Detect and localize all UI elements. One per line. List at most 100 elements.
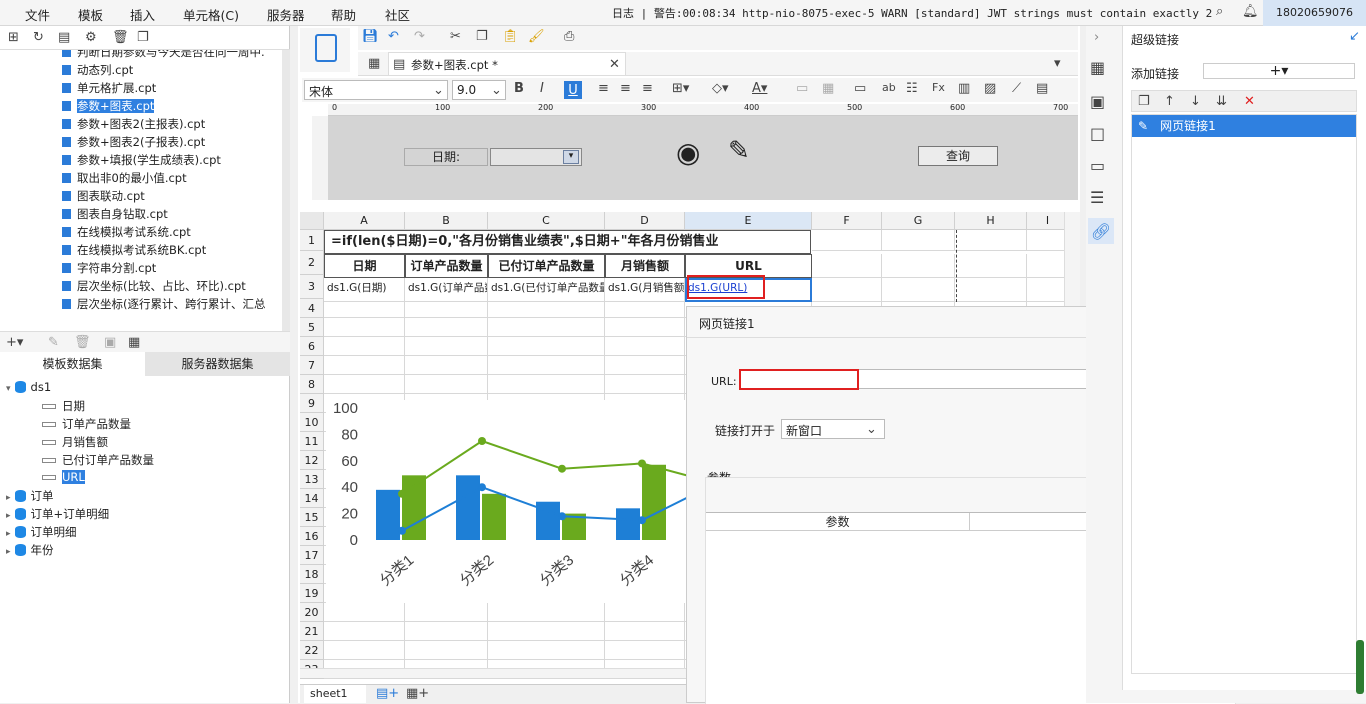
menu-community[interactable]: 社区: [385, 5, 410, 24]
grid-cell[interactable]: [1027, 254, 1069, 278]
file-item[interactable]: 参数+图表.cpt: [62, 98, 282, 116]
add-sheet-icon[interactable]: ▤+: [376, 686, 399, 701]
header-cell[interactable]: 月销售额: [605, 254, 685, 278]
row-header[interactable]: 20: [300, 603, 324, 622]
pin-icon[interactable]: ↙: [1349, 29, 1360, 44]
paste-icon[interactable]: 📋︎: [502, 29, 519, 44]
row-header[interactable]: 22: [300, 641, 324, 660]
data-cell[interactable]: ds1.G(已付订单产品数量): [488, 278, 605, 302]
cut-icon[interactable]: ✂: [450, 29, 461, 44]
data-cell[interactable]: ds1.G(月销售额): [605, 278, 685, 302]
file-item[interactable]: 图表自身钻取.cpt: [62, 206, 282, 224]
grid-cell[interactable]: [955, 278, 1027, 302]
menu-insert[interactable]: 插入: [130, 5, 155, 24]
list-icon[interactable]: ☰: [1090, 188, 1104, 207]
row-header[interactable]: 16: [300, 527, 324, 546]
row-header[interactable]: 13: [300, 470, 324, 489]
preview-icon[interactable]: ▣: [104, 335, 116, 350]
row-header[interactable]: 10: [300, 413, 324, 432]
dataset-node[interactable]: ▸ 年份: [6, 542, 54, 560]
tab-server-datasets[interactable]: 服务器数据集: [145, 352, 290, 376]
grid-cell[interactable]: [405, 622, 488, 641]
search-icon[interactable]: ⌕: [1216, 4, 1223, 19]
row-header[interactable]: 7: [300, 356, 324, 375]
file-item[interactable]: 层次坐标(逐行累计、跨行累计、汇总: [62, 296, 282, 314]
grid-cell[interactable]: [605, 356, 685, 375]
link-item[interactable]: ✎ 网页链接1: [1132, 115, 1356, 137]
condition-icon[interactable]: ▭: [1090, 156, 1105, 175]
cell-element-icon[interactable]: ☷: [906, 81, 918, 96]
sheet-tab[interactable]: sheet1: [304, 685, 366, 703]
column-header[interactable]: E: [685, 212, 812, 230]
grid-cell[interactable]: [812, 278, 882, 302]
split-icon[interactable]: ▦: [822, 81, 834, 96]
grid-cell[interactable]: [605, 641, 685, 660]
file-item[interactable]: 参数+图表2(子报表).cpt: [62, 134, 282, 152]
row-header[interactable]: 5: [300, 318, 324, 337]
expand-icon[interactable]: ▾: [1054, 56, 1061, 71]
bell-icon[interactable]: 🔔︎: [1242, 4, 1259, 19]
row-header[interactable]: 3: [300, 275, 324, 299]
format-painter-icon[interactable]: 🖌︎: [528, 29, 545, 44]
tab-editor[interactable]: ▤ 参数+图表.cpt * ✕: [388, 52, 626, 76]
close-icon[interactable]: ✕: [609, 57, 620, 72]
grid-icon[interactable]: ▦: [368, 56, 380, 71]
row-header[interactable]: 2: [300, 251, 324, 275]
grid-cell[interactable]: [882, 254, 955, 278]
grid-cell[interactable]: [605, 622, 685, 641]
font-color-icon[interactable]: A▾: [752, 81, 767, 96]
row-header[interactable]: 8: [300, 375, 324, 394]
delete-icon[interactable]: ✕: [1244, 94, 1255, 109]
font-size-select[interactable]: 9.0 ⌄: [452, 80, 506, 100]
row-header[interactable]: 12: [300, 451, 324, 470]
user-account[interactable]: 18020659076: [1263, 0, 1366, 26]
row-header[interactable]: 9: [300, 394, 324, 413]
file-item[interactable]: 在线模拟考试系统.cpt: [62, 224, 282, 242]
scroll-indicator[interactable]: [1356, 640, 1364, 694]
delete-dataset-icon[interactable]: 🗑︎: [74, 335, 91, 350]
menu-file[interactable]: 文件: [25, 5, 50, 24]
grid-cell[interactable]: [812, 230, 882, 251]
row-header[interactable]: 14: [300, 489, 324, 508]
grid-cell[interactable]: [324, 622, 405, 641]
data-cell[interactable]: ds1.G(日期): [324, 278, 405, 302]
fill-color-icon[interactable]: ◇▾: [712, 81, 729, 96]
align-right-icon[interactable]: ≡: [642, 81, 653, 96]
collapsed-icon[interactable]: ▸: [6, 529, 11, 539]
copy-icon[interactable]: ❐: [137, 30, 149, 45]
collapsed-icon[interactable]: ▸: [6, 493, 11, 503]
border-icon[interactable]: ⊞▾: [672, 81, 689, 96]
grid-cell[interactable]: [1027, 278, 1069, 302]
column-header[interactable]: I: [1027, 212, 1069, 230]
grid-cell[interactable]: [605, 375, 685, 394]
title-formula-cell[interactable]: =if(len($日期)=0,"各月份销售业绩表",$日期+"年各月份销售业: [324, 230, 811, 254]
widget-icon[interactable]: □: [1090, 124, 1105, 143]
field-item[interactable]: 月销售额: [42, 434, 108, 452]
cell-attr-icon[interactable]: ▦: [1090, 58, 1105, 77]
field-item[interactable]: URL: [42, 470, 85, 488]
grid-cell[interactable]: [605, 337, 685, 356]
delete-icon[interactable]: 🗑︎: [112, 30, 129, 45]
grid-cell[interactable]: [955, 230, 1027, 251]
file-item[interactable]: 动态列.cpt: [62, 62, 282, 80]
header-cell[interactable]: 订单产品数量: [405, 254, 488, 278]
file-item[interactable]: 单元格扩展.cpt: [62, 80, 282, 98]
grid-cell[interactable]: [605, 318, 685, 337]
hyperlink-icon[interactable]: 🔗︎: [1088, 218, 1114, 244]
dataset-config-icon[interactable]: ▦: [128, 335, 140, 350]
grid-cell[interactable]: [488, 356, 605, 375]
file-item[interactable]: 图表联动.cpt: [62, 188, 282, 206]
grid-cell[interactable]: [324, 318, 405, 337]
grid-cell[interactable]: [488, 337, 605, 356]
move-up-icon[interactable]: ↑: [1164, 94, 1175, 109]
column-header[interactable]: F: [812, 212, 882, 230]
expanded-icon[interactable]: ▾: [6, 384, 11, 394]
open-icon[interactable]: ▤: [58, 30, 70, 45]
row-header[interactable]: 18: [300, 565, 324, 584]
settings-icon[interactable]: ⚙: [85, 30, 97, 45]
insert-row-icon[interactable]: ▭: [854, 81, 866, 96]
row-header[interactable]: 11: [300, 432, 324, 451]
row-header[interactable]: 1: [300, 230, 324, 251]
pencil-icon[interactable]: ✎: [728, 136, 750, 166]
grid-cell[interactable]: [488, 622, 605, 641]
